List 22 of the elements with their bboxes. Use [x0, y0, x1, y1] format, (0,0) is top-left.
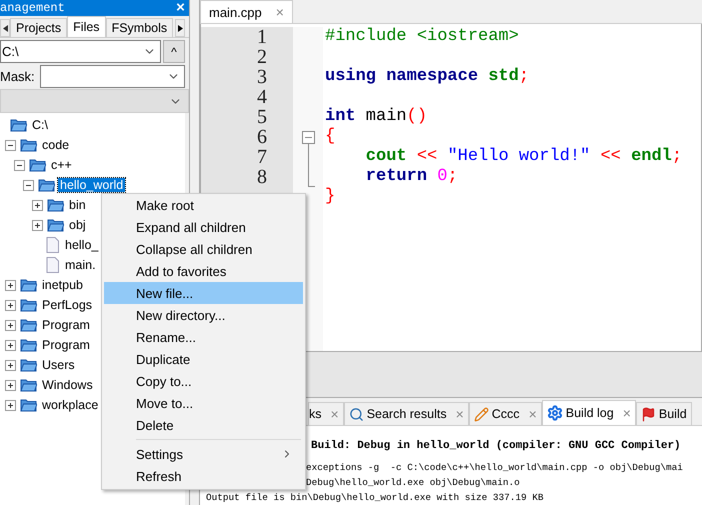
tab-label: main.cpp: [209, 4, 262, 20]
line-number: 3: [257, 67, 267, 87]
line-number: 8: [257, 167, 267, 187]
log-line: Debug\hello_world.exe obj\Debug\main.o: [306, 476, 520, 490]
code-line: {: [325, 127, 336, 147]
log-line: exceptions -g -c C:\code\c++\hello_world\main.cpp -o obj\Debug\mai: [306, 461, 683, 475]
log-line: Output file is bin\Debug\hello_world.exe with size 337.19 KB: [206, 491, 544, 505]
line-number: 2: [257, 47, 267, 67]
code-line: return 0;: [364, 167, 459, 187]
code-line: int main(): [325, 107, 428, 127]
line-number: 1: [257, 27, 267, 47]
code-line: using namespace std;: [325, 67, 530, 87]
code-line: }: [325, 187, 336, 207]
line-number: 4: [257, 87, 267, 107]
mask-label: Mask:: [0, 69, 36, 84]
code-line: cout << "Hello world!" << endl;: [364, 147, 684, 167]
line-number: 5: [257, 107, 267, 127]
line-number: 6: [257, 127, 267, 147]
code-line: #include <iostream>: [325, 27, 520, 47]
line-number: 7: [257, 147, 267, 167]
log-line: Build: Debug in hello_world (compiler: GNU GCC Compiler): [311, 439, 681, 454]
panel-title: anagement: [0, 1, 65, 15]
